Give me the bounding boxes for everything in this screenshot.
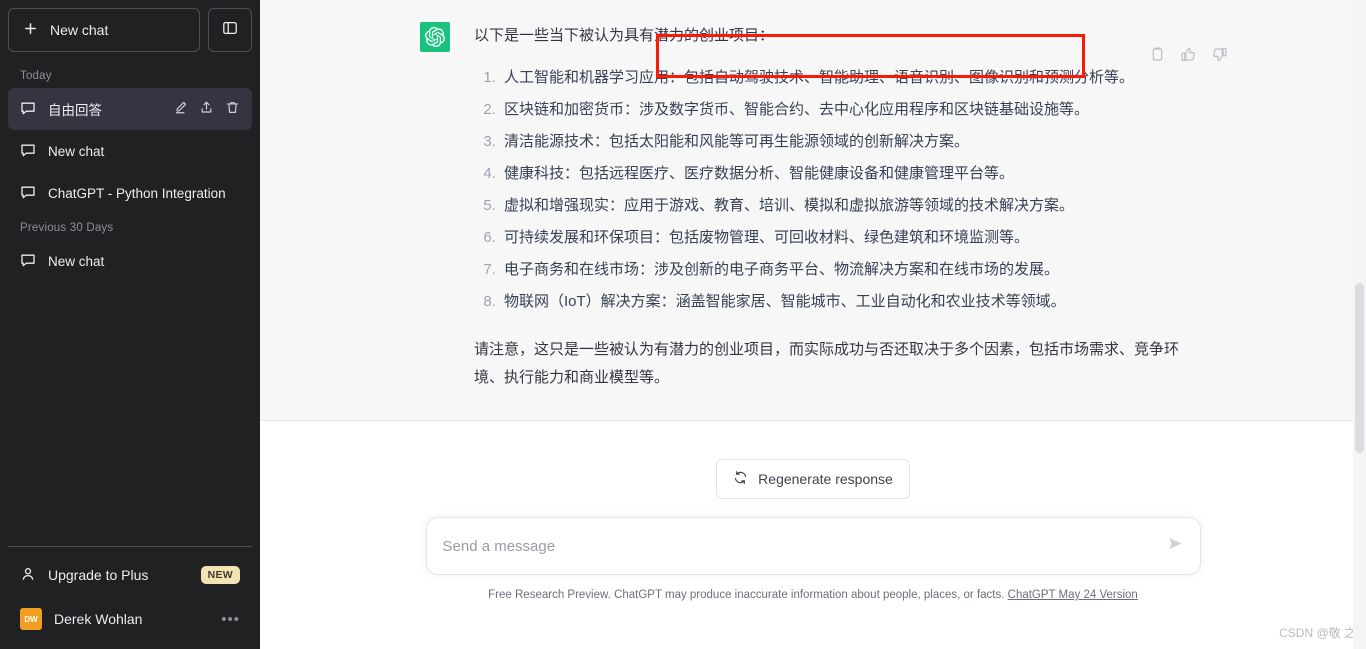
message-lead-text: 以下是一些当下被认为具有潜力的创业项目： — [474, 27, 775, 44]
thumbs-up-icon[interactable] — [1180, 46, 1197, 68]
chat-row[interactable]: New chat — [8, 130, 252, 172]
search-input[interactable] — [442, 537, 1167, 555]
user-name: Derek Wohlan — [54, 611, 143, 627]
version-link[interactable]: ChatGPT May 24 Version — [1008, 589, 1138, 601]
chat-bubble-icon — [20, 100, 36, 119]
share-icon[interactable] — [199, 100, 214, 118]
user-menu-button[interactable]: ••• — [221, 611, 240, 628]
chat-bubble-icon — [20, 142, 36, 161]
chat-row-active[interactable]: 自由回答 — [8, 88, 252, 130]
chat-title: New chat — [48, 143, 105, 159]
scrollbar-thumb[interactable] — [1355, 283, 1364, 453]
list-item: 区块链和加密货币：涉及数字货币、智能合约、去中心化应用程序和区块链基础设施等。 — [500, 96, 1180, 124]
message-input-container[interactable] — [425, 517, 1201, 575]
user-account-row[interactable]: DW Derek Wohlan ••• — [8, 597, 252, 641]
chat-row[interactable]: New chat — [8, 240, 252, 282]
upgrade-label: Upgrade to Plus — [48, 567, 149, 583]
sidebar-toggle-button[interactable] — [208, 8, 252, 52]
copy-icon[interactable] — [1149, 46, 1166, 68]
section-label-previous-30-days: Previous 30 Days — [20, 222, 114, 234]
composer-area: Regenerate response Free Research Previe… — [260, 421, 1366, 649]
message-body: 以下是一些当下被认为具有潜力的创业项目： 人工智能和机器学习应用：包括自动驾驶技… — [474, 22, 1180, 392]
chat-bubble-icon — [20, 252, 36, 271]
chatgpt-app: New chat Today 自由回答 New chat ChatGPT - P… — [0, 0, 1366, 649]
thumbs-down-icon[interactable] — [1211, 46, 1228, 68]
delete-icon[interactable] — [225, 100, 240, 118]
list-item: 健康科技：包括远程医疗、医疗数据分析、智能健康设备和健康管理平台等。 — [500, 160, 1180, 188]
chat-row[interactable]: ChatGPT - Python Integration — [8, 172, 252, 214]
main-content: 以下是一些当下被认为具有潜力的创业项目： 人工智能和机器学习应用：包括自动驾驶技… — [260, 0, 1366, 649]
sidebar: New chat Today 自由回答 New chat ChatGPT - P… — [0, 0, 260, 649]
scrollbar-track[interactable] — [1353, 0, 1366, 649]
avatar: DW — [20, 608, 42, 630]
person-icon — [20, 566, 36, 585]
list-item: 虚拟和增强现实：应用于游戏、教育、培训、模拟和虚拟旅游等领域的技术解决方案。 — [500, 192, 1180, 220]
chat-title: ChatGPT - Python Integration — [48, 185, 226, 201]
chat-bubble-icon — [20, 184, 36, 203]
regenerate-response-button[interactable]: Regenerate response — [716, 459, 910, 499]
message-action-bar — [1149, 46, 1228, 68]
list-item: 人工智能和机器学习应用：包括自动驾驶技术、智能助理、语音识别、图像识别和预测分析… — [500, 64, 1180, 92]
list-item: 可持续发展和环保项目：包括废物管理、可回收材料、绿色建筑和环境监测等。 — [500, 224, 1180, 252]
footer-disclaimer: Free Research Preview. ChatGPT may produ… — [488, 589, 1138, 601]
startup-ideas-list: 人工智能和机器学习应用：包括自动驾驶技术、智能助理、语音识别、图像识别和预测分析… — [474, 64, 1180, 316]
status-badge: NEW — [200, 566, 240, 584]
new-chat-label: New chat — [50, 22, 109, 38]
chat-history-list[interactable]: Today 自由回答 New chat ChatGPT - Python Int… — [8, 62, 252, 546]
regenerate-label: Regenerate response — [758, 471, 893, 487]
refresh-icon — [733, 470, 748, 488]
disclaimer-text: Free Research Preview. ChatGPT may produ… — [488, 589, 1005, 601]
list-item: 物联网（IoT）解决方案：涵盖智能家居、智能城市、工业自动化和农业技术等领域。 — [500, 288, 1180, 316]
section-label-today: Today — [20, 70, 52, 82]
watermark: CSDN @敬 之 — [1279, 626, 1356, 640]
list-item: 电子商务和在线市场：涉及创新的电子商务平台、物流解决方案和在线市场的发展。 — [500, 256, 1180, 284]
chat-row-actions — [173, 100, 240, 118]
send-icon[interactable] — [1167, 535, 1184, 557]
sidebar-toggle-icon — [222, 20, 238, 41]
sidebar-header: New chat — [8, 8, 252, 52]
new-chat-button[interactable]: New chat — [8, 8, 200, 52]
message-tail-text: 请注意，这只是一些被认为有潜力的创业项目，而实际成功与否还取决于多个因素，包括市… — [474, 341, 1180, 386]
list-item: 清洁能源技术：包括太阳能和风能等可再生能源领域的创新解决方案。 — [500, 128, 1180, 156]
assistant-message: 以下是一些当下被认为具有潜力的创业项目： 人工智能和机器学习应用：包括自动驾驶技… — [260, 0, 1366, 421]
openai-logo-icon — [420, 22, 450, 52]
plus-icon — [23, 21, 38, 39]
conversation-thread: 以下是一些当下被认为具有潜力的创业项目： 人工智能和机器学习应用：包括自动驾驶技… — [260, 0, 1366, 421]
chat-title: New chat — [48, 253, 105, 269]
chat-title: 自由回答 — [48, 103, 102, 118]
upgrade-to-plus-button[interactable]: Upgrade to Plus NEW — [8, 553, 252, 597]
edit-icon[interactable] — [173, 100, 188, 118]
sidebar-footer: Upgrade to Plus NEW DW Derek Wohlan ••• — [8, 546, 252, 641]
